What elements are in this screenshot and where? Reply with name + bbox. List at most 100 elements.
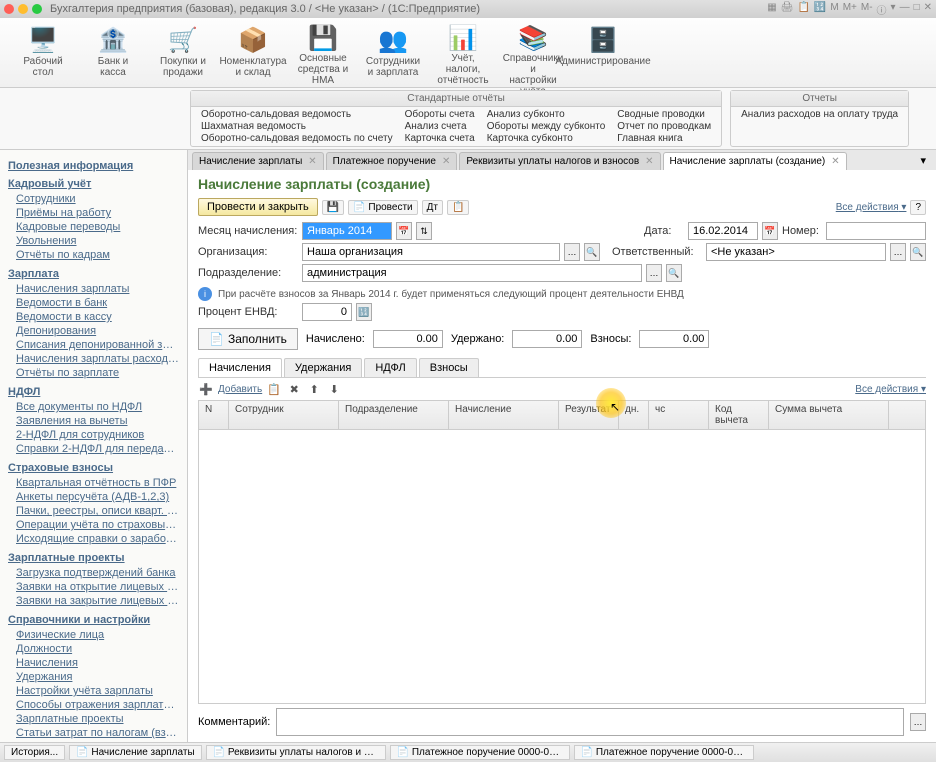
tab-close-icon[interactable]: ✕: [831, 156, 839, 167]
status-item[interactable]: 📄 Начисление зарплаты: [69, 745, 202, 760]
help-button[interactable]: ?: [910, 200, 926, 215]
toolbar-button[interactable]: 🖥️Рабочийстол: [8, 20, 78, 85]
sidebar-item[interactable]: Ведомости в кассу: [8, 310, 179, 324]
sidebar-item[interactable]: Пачки, реестры, описи кварт. отчётнос…: [8, 504, 179, 518]
detail-tab[interactable]: Удержания: [284, 358, 362, 377]
status-item[interactable]: 📄 Платежное поручение 0000-000001 …: [390, 745, 570, 760]
detail-tab[interactable]: Взносы: [419, 358, 479, 377]
report-link[interactable]: Обороты между субконто: [487, 121, 606, 132]
org-input[interactable]: [302, 243, 560, 261]
help-icon[interactable]: ⓘ: [877, 2, 887, 17]
toolbar-button[interactable]: 🛒Покупки ипродажи: [148, 20, 218, 85]
dropdown-icon[interactable]: ▾: [891, 2, 896, 17]
sidebar-item[interactable]: Кадровые переводы: [8, 220, 179, 234]
status-item[interactable]: 📄 Платежное поручение 0000-000002 …: [574, 745, 754, 760]
sidebar-section[interactable]: Зарплатные проекты: [8, 552, 179, 564]
expand-icon[interactable]: …: [910, 713, 926, 731]
history-button[interactable]: История...: [4, 745, 65, 760]
month-input[interactable]: [302, 222, 392, 240]
add-icon[interactable]: ➕: [198, 381, 214, 397]
document-tab[interactable]: Начисление зарплаты✕: [192, 152, 324, 170]
sidebar-item[interactable]: Способы отражения зарплаты в бух. уч…: [8, 698, 179, 712]
calendar-icon[interactable]: 📅: [762, 222, 778, 240]
sidebar-item[interactable]: Начисления зарплаты расходные орде…: [8, 352, 179, 366]
report-link[interactable]: Оборотно-сальдовая ведомость: [201, 109, 393, 120]
sidebar-item[interactable]: Начисления зарплаты: [8, 282, 179, 296]
sidebar-item[interactable]: Загрузка подтверждений банка: [8, 566, 179, 580]
report-link[interactable]: Отчет по проводкам: [617, 121, 711, 132]
sidebar-section[interactable]: Кадровый учёт: [8, 178, 179, 190]
tb-icon[interactable]: 🔢: [814, 2, 826, 17]
toolbar-button[interactable]: 👥Сотрудникии зарплата: [358, 20, 428, 85]
maximize-icon[interactable]: [32, 4, 42, 14]
detail-tab[interactable]: Начисления: [198, 358, 282, 377]
sidebar-item[interactable]: Ведомости в банк: [8, 296, 179, 310]
save-button[interactable]: 💾: [322, 200, 344, 215]
sidebar-item[interactable]: Справки 2-НДФЛ для передачи в нало…: [8, 442, 179, 456]
sidebar-item[interactable]: Списания депонированной зарплаты: [8, 338, 179, 352]
report-link[interactable]: Шахматная ведомость: [201, 121, 393, 132]
sidebar-section[interactable]: Справочники и настройки: [8, 614, 179, 626]
report-link[interactable]: Анализ субконто: [487, 109, 606, 120]
tb-icon[interactable]: 🖨: [781, 2, 794, 17]
sidebar-item[interactable]: Должности: [8, 642, 179, 656]
document-tab[interactable]: Начисление зарплаты (создание)✕: [663, 152, 847, 170]
sidebar-item[interactable]: Зарплатные проекты: [8, 712, 179, 726]
sidebar-item[interactable]: Все документы по НДФЛ: [8, 400, 179, 414]
document-tab[interactable]: Реквизиты уплаты налогов и взносов✕: [459, 152, 660, 170]
toolbar-button[interactable]: 📊Учёт, налоги,отчётность: [428, 20, 498, 85]
min-icon[interactable]: —: [900, 2, 910, 17]
sidebar-item[interactable]: Удержания: [8, 670, 179, 684]
sidebar-item[interactable]: Заявки на закрытие лицевых счетов: [8, 594, 179, 608]
sidebar-item[interactable]: Отчёты по кадрам: [8, 248, 179, 262]
search-icon[interactable]: 🔍: [910, 243, 926, 261]
tb-icon[interactable]: M-: [861, 2, 873, 17]
select-icon[interactable]: …: [890, 243, 906, 261]
tab-close-icon[interactable]: ✕: [645, 156, 653, 167]
select-icon[interactable]: …: [564, 243, 580, 261]
sidebar-item[interactable]: Настройки учёта зарплаты: [8, 684, 179, 698]
report-link[interactable]: Анализ расходов на оплату труда: [741, 109, 898, 120]
number-input[interactable]: [826, 222, 926, 240]
toolbar-button[interactable]: 📚Справочники инастройки учёта: [498, 20, 568, 85]
post-button[interactable]: 📄 Провести: [348, 200, 417, 215]
calc-icon[interactable]: 🔢: [356, 303, 372, 321]
report-link[interactable]: Карточка счета: [405, 133, 475, 144]
sidebar-item[interactable]: Приёмы на работу: [8, 206, 179, 220]
up-icon[interactable]: ⬆: [306, 381, 322, 397]
search-icon[interactable]: 🔍: [584, 243, 600, 261]
sidebar-item[interactable]: Квартальная отчётность в ПФР: [8, 476, 179, 490]
sidebar-item[interactable]: Сотрудники: [8, 192, 179, 206]
report-link[interactable]: Карточка субконто: [487, 133, 606, 144]
column-header[interactable]: Сумма вычета: [769, 401, 889, 429]
toolbar-button[interactable]: 📦Номенклатураи склад: [218, 20, 288, 85]
sidebar-section[interactable]: НДФЛ: [8, 386, 179, 398]
report-button[interactable]: 📋: [447, 200, 469, 215]
sidebar-item[interactable]: Физические лица: [8, 628, 179, 642]
post-and-close-button[interactable]: Провести и закрыть: [198, 198, 318, 216]
tabs-dropdown[interactable]: ▾: [914, 152, 932, 170]
column-header[interactable]: Сотрудник: [229, 401, 339, 429]
sidebar-item[interactable]: Увольнения: [8, 234, 179, 248]
x-icon[interactable]: ✕: [924, 2, 932, 17]
toolbar-button[interactable]: 💾Основныесредства и НМА: [288, 20, 358, 85]
tab-close-icon[interactable]: ✕: [308, 156, 316, 167]
column-header[interactable]: Код вычета: [709, 401, 769, 429]
report-link[interactable]: Оборотно-сальдовая ведомость по счету: [201, 133, 393, 144]
sidebar-section[interactable]: Зарплата: [8, 268, 179, 280]
tb-icon[interactable]: 📋: [797, 2, 809, 17]
select-icon[interactable]: …: [646, 264, 662, 282]
column-header[interactable]: дн.: [619, 401, 649, 429]
search-icon[interactable]: 🔍: [666, 264, 682, 282]
sidebar-section[interactable]: Страховые взносы: [8, 462, 179, 474]
detail-tab[interactable]: НДФЛ: [364, 358, 416, 377]
sidebar-item[interactable]: Заявки на открытие лицевых счетов: [8, 580, 179, 594]
tab-close-icon[interactable]: ✕: [442, 156, 450, 167]
column-header[interactable]: Начисление: [449, 401, 559, 429]
sidebar-item[interactable]: Начисления: [8, 656, 179, 670]
envd-input[interactable]: [302, 303, 352, 321]
sidebar-item[interactable]: Заявления на вычеты: [8, 414, 179, 428]
sidebar-item[interactable]: Статьи затрат по налогам (взносам) с …: [8, 726, 179, 740]
date-input[interactable]: [688, 222, 758, 240]
close-icon[interactable]: [4, 4, 14, 14]
